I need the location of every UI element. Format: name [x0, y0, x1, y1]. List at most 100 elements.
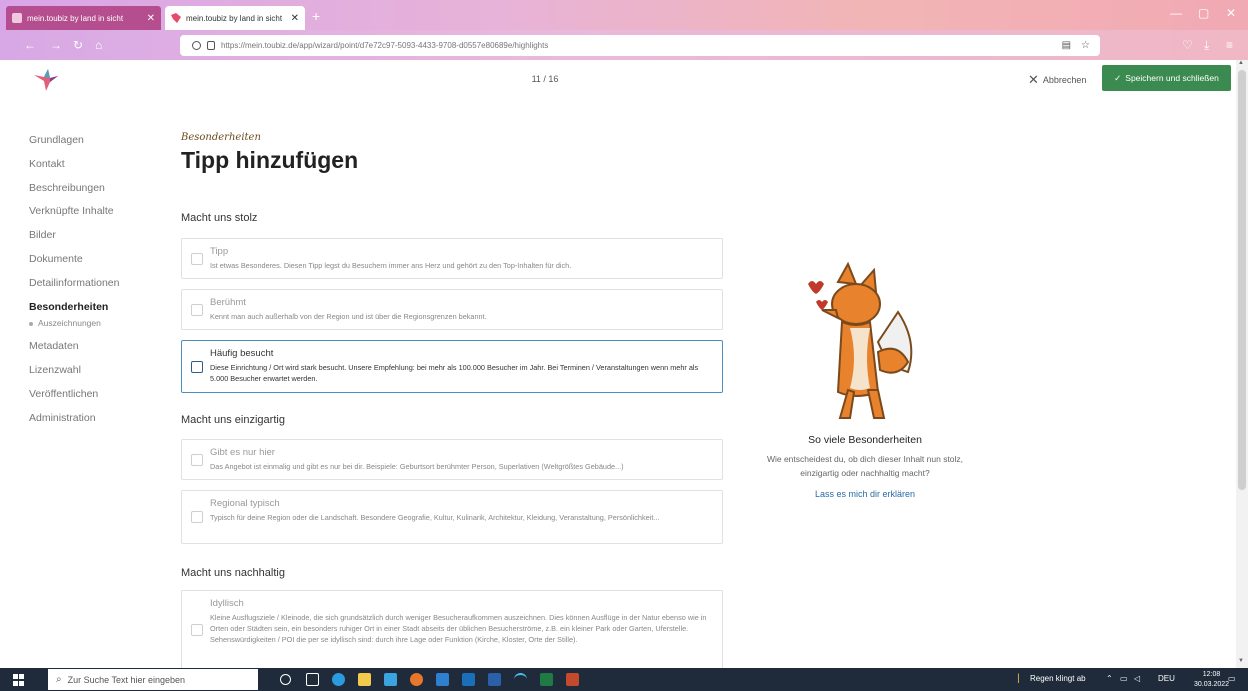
checkbox[interactable] [191, 252, 203, 265]
info-title: So viele Besonderheiten [808, 434, 922, 446]
explain-link[interactable]: Lass es mich dir erklären [730, 489, 1000, 499]
network-icon[interactable]: ▭ [1120, 674, 1128, 683]
checkbox[interactable] [191, 360, 203, 373]
scrollbar-thumb[interactable] [1238, 70, 1246, 490]
option-card-regional-typisch[interactable]: Regional typisch Typisch für deine Regio… [181, 490, 723, 544]
checkbox[interactable] [191, 303, 203, 316]
sidebar-item-kontakt[interactable]: Kontakt [29, 152, 159, 176]
section-kicker: Besonderheiten [181, 132, 261, 143]
option-card-idyllisch[interactable]: Idyllisch Kleine Ausflugsziele / Kleinod… [181, 590, 723, 670]
sidebar-item-bilder[interactable]: Bilder [29, 223, 159, 247]
option-title: Berühmt [210, 297, 246, 308]
page-title: Tipp hinzufügen [181, 147, 359, 173]
edge-browser-icon[interactable] [332, 673, 345, 686]
file-explorer-icon[interactable] [358, 673, 371, 686]
minimize-icon[interactable]: — [1170, 6, 1182, 20]
home-icon[interactable]: ⌂ [95, 38, 102, 52]
powerpoint-icon[interactable] [566, 673, 579, 686]
reload-icon[interactable]: ↻ [73, 38, 83, 52]
maximize-icon[interactable]: ▢ [1198, 6, 1209, 20]
checkbox[interactable] [191, 511, 203, 523]
sidebar-item-administration[interactable]: Administration [29, 406, 159, 430]
sidebar-item-verknuepfte-inhalte[interactable]: Verknüpfte Inhalte [29, 199, 159, 223]
download-icon[interactable]: ⤓ [1204, 38, 1209, 53]
browser-tab[interactable]: mein.toubiz by land in sicht ✕ [6, 6, 161, 30]
cortana-icon[interactable] [280, 674, 291, 685]
sidebar-item-metadaten[interactable]: Metadaten [29, 334, 159, 358]
excel-icon[interactable] [540, 673, 553, 686]
browser-tab-bar: mein.toubiz by land in sicht ✕ mein.toub… [0, 0, 1248, 30]
option-title: Idyllisch [210, 598, 244, 609]
sidebar-item-beschreibungen[interactable]: Beschreibungen [29, 176, 159, 200]
option-title: Tipp [210, 246, 229, 257]
language-indicator[interactable]: DEU [1158, 674, 1175, 683]
save-label: Speichern und schließen [1125, 73, 1219, 83]
notification-icon[interactable]: ▭ [1228, 674, 1236, 683]
app-header: 11 / 16 ✕ Abbrechen ✓ Speichern und schl… [0, 60, 1236, 98]
checkbox[interactable] [191, 453, 203, 466]
system-clock[interactable]: 12:08 30.03.2022 [1194, 670, 1229, 690]
weather-icon[interactable]: ▏ [1018, 674, 1024, 683]
bullet-icon [29, 322, 33, 327]
pocket-icon[interactable]: ♡ [1182, 38, 1193, 52]
browser-nav-bar: ← → ↻ ⌂ https://mein.toubiz.de/app/wizar… [0, 30, 1248, 60]
scroll-up-icon[interactable]: ▲ [1238, 60, 1244, 66]
weather-label[interactable]: Regen klingt ab [1030, 674, 1086, 683]
sidebar-item-grundlagen[interactable]: Grundlagen [29, 128, 159, 152]
windows-start-icon[interactable] [13, 674, 25, 686]
url-text[interactable]: https://mein.toubiz.de/app/wizard/point/… [221, 41, 1062, 50]
page-scrollbar[interactable]: ▲ ▼ [1236, 60, 1248, 668]
option-description: Diese Einrichtung / Ort wird stark besuc… [210, 363, 699, 384]
taskbar-search-input[interactable]: ⌕ Zur Suche Text hier eingeben [48, 669, 258, 690]
tab-label: mein.toubiz by land in sicht [186, 13, 283, 23]
app-icon[interactable] [436, 673, 449, 686]
sidebar-item-besonderheiten[interactable]: Besonderheiten [29, 295, 159, 319]
subitem-label: Auszeichnungen [38, 318, 101, 329]
windows-taskbar: ⌕ Zur Suche Text hier eingeben ▏ Regen k… [0, 668, 1248, 691]
sidebar-subitem-auszeichnungen[interactable]: Auszeichnungen [29, 318, 159, 334]
favicon-icon [171, 13, 181, 23]
close-icon[interactable]: ✕ [147, 13, 155, 24]
option-title: Gibt es nur hier [210, 447, 275, 458]
scroll-down-icon[interactable]: ▼ [1238, 658, 1244, 664]
menu-icon[interactable]: ≡ [1226, 38, 1233, 52]
tab-label: mein.toubiz by land in sicht [27, 13, 124, 23]
browser-tab-active[interactable]: mein.toubiz by land in sicht ✕ [165, 6, 305, 30]
tray-chevron-icon[interactable]: ⌃ [1106, 674, 1113, 683]
reader-view-icon[interactable]: ▤ [1062, 40, 1071, 51]
option-card-gibt-es-nur-hier[interactable]: Gibt es nur hier Das Angebot ist einmali… [181, 439, 723, 480]
back-icon[interactable]: ← [24, 38, 36, 52]
close-window-icon[interactable]: ✕ [1226, 6, 1236, 20]
forward-icon[interactable]: → [50, 38, 62, 52]
info-text: Wie entscheidest du, ob dich dieser Inha… [766, 454, 964, 478]
sidebar-item-veroeffentlichen[interactable]: Veröffentlichen [29, 382, 159, 406]
close-icon: ✕ [1028, 72, 1039, 87]
volume-icon[interactable]: ◁ [1134, 674, 1140, 683]
wifi-icon[interactable] [514, 673, 527, 686]
new-tab-button[interactable]: + [312, 8, 320, 24]
sidebar-item-dokumente[interactable]: Dokumente [29, 247, 159, 271]
option-description: Typisch für deine Region oder die Landsc… [210, 513, 660, 522]
outlook-icon[interactable] [462, 673, 475, 686]
task-view-icon[interactable] [306, 673, 319, 686]
option-card-beruehmt[interactable]: Berühmt Kennt man auch außerhalb von der… [181, 289, 723, 330]
bookmark-star-icon[interactable]: ☆ [1081, 40, 1090, 51]
option-card-haeufig-besucht[interactable]: Häufig besucht Diese Einrichtung / Ort w… [181, 340, 723, 393]
url-bar[interactable]: https://mein.toubiz.de/app/wizard/point/… [180, 35, 1100, 56]
mail-icon[interactable] [384, 673, 397, 686]
word-icon[interactable] [488, 673, 501, 686]
option-description: Kennt man auch außerhalb von der Region … [210, 312, 487, 321]
close-icon[interactable]: ✕ [291, 13, 299, 24]
sidebar-item-detailinformationen[interactable]: Detailinformationen [29, 271, 159, 295]
save-and-close-button[interactable]: ✓ Speichern und schließen [1102, 65, 1231, 91]
cancel-button[interactable]: ✕ Abbrechen [1028, 72, 1086, 88]
checkbox[interactable] [191, 624, 203, 636]
option-card-tipp[interactable]: Tipp Ist etwas Besonderes. Diesen Tipp l… [181, 238, 723, 279]
section-title-nachhaltig: Macht uns nachhaltig [181, 567, 285, 579]
sidebar-item-lizenzwahl[interactable]: Lizenzwahl [29, 358, 159, 382]
favicon-icon [12, 13, 22, 23]
firefox-icon[interactable] [410, 673, 423, 686]
cancel-label: Abbrechen [1042, 75, 1087, 85]
option-description: Ist etwas Besonderes. Diesen Tipp legst … [210, 261, 572, 270]
shield-icon [192, 41, 201, 50]
